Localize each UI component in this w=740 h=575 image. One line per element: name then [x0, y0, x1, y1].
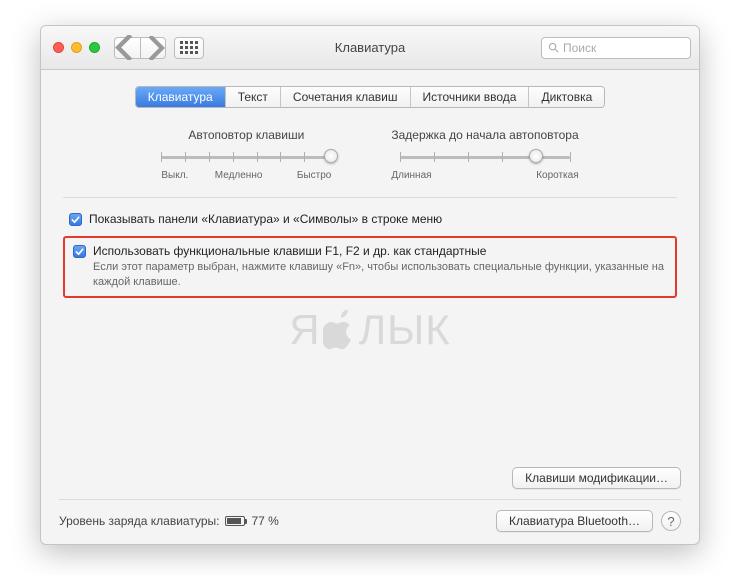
battery-value: 77 % — [251, 514, 278, 528]
delay-title: Задержка до начала автоповтора — [391, 128, 578, 142]
zoom-icon[interactable] — [89, 42, 100, 53]
divider — [63, 197, 677, 198]
tab-input-sources[interactable]: Источники ввода — [411, 87, 530, 107]
footer: Клавиши модификации… Уровень заряда клав… — [59, 467, 681, 532]
back-button[interactable] — [114, 37, 140, 59]
delay-label-short: Короткая — [536, 170, 578, 181]
apple-icon — [323, 309, 357, 351]
repeat-label-fast: Быстро — [297, 170, 331, 181]
footer-divider — [59, 499, 681, 500]
checkmark-icon — [75, 247, 84, 256]
search-icon — [548, 42, 559, 53]
tabbar: Клавиатура Текст Сочетания клавиш Источн… — [41, 86, 699, 108]
show-panels-row: Показывать панели «Клавиатура» и «Символ… — [59, 212, 681, 226]
show-panels-checkbox[interactable] — [69, 213, 82, 226]
repeat-label-slow: Медленно — [215, 170, 263, 181]
sliders-row: Автоповтор клавиши Выкл. Медленно Быстро… — [59, 128, 681, 181]
search-placeholder: Поиск — [563, 41, 596, 55]
tab-shortcuts[interactable]: Сочетания клавиш — [281, 87, 411, 107]
tab-dictation[interactable]: Диктовка — [529, 87, 604, 107]
help-button[interactable]: ? — [661, 511, 681, 531]
key-repeat-title: Автоповтор клавиши — [161, 128, 331, 142]
delay-slider[interactable] — [400, 148, 570, 166]
watermark: Я ЛЫК — [41, 306, 699, 354]
content: Автоповтор клавиши Выкл. Медленно Быстро… — [41, 108, 699, 308]
fn-keys-row: Использовать функциональные клавиши F1, … — [67, 244, 673, 290]
highlight-box: Использовать функциональные клавиши F1, … — [63, 236, 677, 298]
tab-text[interactable]: Текст — [226, 87, 281, 107]
show-panels-label: Показывать панели «Клавиатура» и «Символ… — [89, 212, 442, 226]
watermark-left: Я — [289, 306, 320, 354]
minimize-icon[interactable] — [71, 42, 82, 53]
checkmark-icon — [71, 215, 80, 224]
forward-button[interactable] — [140, 37, 166, 59]
battery-status: Уровень заряда клавиатуры: 77 % — [59, 514, 279, 528]
fn-keys-checkbox[interactable] — [73, 245, 86, 258]
battery-icon — [225, 516, 245, 526]
show-all-button[interactable] — [174, 37, 204, 59]
titlebar: Клавиатура Поиск — [41, 26, 699, 70]
close-icon[interactable] — [53, 42, 64, 53]
battery-label: Уровень заряда клавиатуры: — [59, 514, 219, 528]
fn-keys-label: Использовать функциональные клавиши F1, … — [93, 244, 673, 258]
traffic-lights — [53, 42, 100, 53]
bluetooth-keyboard-button[interactable]: Клавиатура Bluetooth… — [496, 510, 653, 532]
repeat-label-off: Выкл. — [161, 170, 188, 181]
key-repeat-slider[interactable] — [161, 148, 331, 166]
nav-buttons — [114, 37, 166, 59]
key-repeat-block: Автоповтор клавиши Выкл. Медленно Быстро — [161, 128, 331, 181]
delay-label-long: Длинная — [391, 170, 431, 181]
delay-block: Задержка до начала автоповтора Длинная К… — [391, 128, 578, 181]
tab-keyboard[interactable]: Клавиатура — [136, 87, 226, 107]
preferences-window: Клавиатура Поиск Клавиатура Текст Сочета… — [40, 25, 700, 545]
search-input[interactable]: Поиск — [541, 37, 691, 59]
chevron-right-icon — [141, 36, 165, 60]
modifier-keys-button[interactable]: Клавиши модификации… — [512, 467, 681, 489]
fn-keys-description: Если этот параметр выбран, нажмите клави… — [93, 260, 673, 290]
chevron-left-icon — [115, 35, 140, 60]
watermark-right: ЛЫК — [359, 306, 451, 354]
